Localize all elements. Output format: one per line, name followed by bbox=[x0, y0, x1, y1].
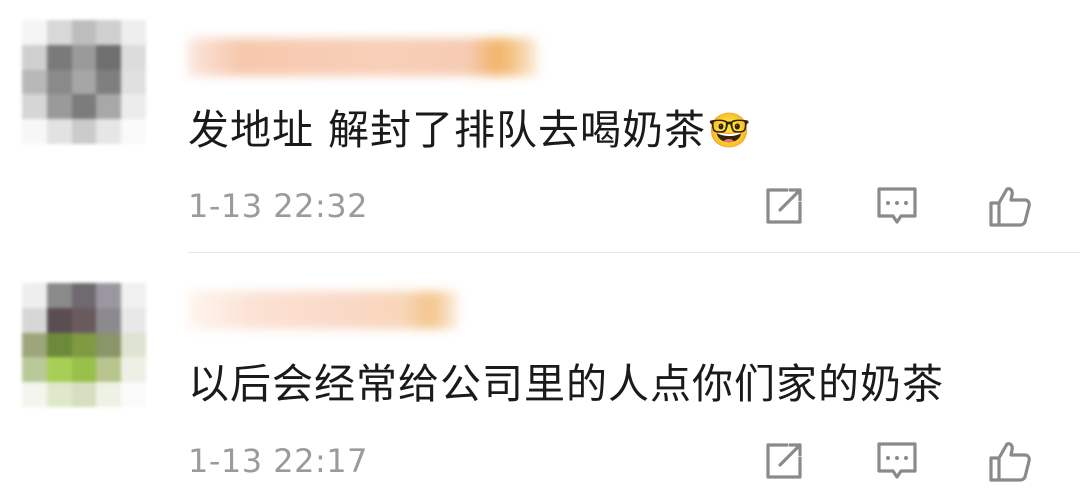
avatar-mosaic-cell bbox=[46, 382, 72, 407]
thumbs-up-icon bbox=[989, 442, 1031, 482]
avatar-mosaic-cell bbox=[121, 332, 146, 358]
reply-button[interactable] bbox=[869, 178, 925, 234]
avatar-mosaic-cell bbox=[46, 332, 72, 358]
avatar-mosaic-cell bbox=[96, 307, 122, 333]
avatar-mosaic-cell bbox=[96, 69, 122, 95]
avatar-mosaic-cell bbox=[121, 357, 146, 383]
avatar-mosaic-cell bbox=[22, 20, 47, 45]
avatar-mosaic-cell bbox=[22, 332, 47, 358]
comment-item: 发地址 解封了排队去喝奶茶🤓 1-13 22:32 bbox=[0, 0, 1080, 253]
comment-icon bbox=[877, 187, 917, 224]
share-icon bbox=[766, 443, 802, 479]
avatar-mosaic-cell bbox=[46, 307, 72, 333]
comment-icon bbox=[877, 442, 917, 479]
comment-text: 以后会经常给公司里的人点你们家的奶茶 bbox=[188, 358, 944, 410]
avatar-mosaic-cell bbox=[96, 44, 122, 70]
avatar[interactable] bbox=[22, 283, 146, 407]
avatar-mosaic-cell bbox=[22, 307, 47, 333]
avatar-mosaic-cell bbox=[46, 283, 72, 308]
avatar-mosaic-cell bbox=[22, 69, 47, 95]
avatar-mosaic-cell bbox=[71, 357, 97, 383]
avatar-mosaic-cell bbox=[46, 69, 72, 95]
comment-text-content: 发地址 解封了排队去喝奶茶 bbox=[188, 106, 707, 154]
avatar-mosaic-cell bbox=[96, 357, 122, 383]
share-icon bbox=[766, 188, 802, 224]
avatar-mosaic-cell bbox=[22, 44, 47, 70]
comment-text: 发地址 解封了排队去喝奶茶🤓 bbox=[188, 104, 751, 157]
avatar-mosaic-cell bbox=[96, 119, 122, 144]
avatar-mosaic-cell bbox=[71, 20, 97, 45]
avatar-mosaic-cell bbox=[71, 307, 97, 333]
avatar-mosaic-cell bbox=[71, 44, 97, 70]
avatar-mosaic-cell bbox=[46, 94, 72, 120]
avatar-mosaic-cell bbox=[121, 94, 146, 120]
avatar-mosaic-cell bbox=[96, 332, 122, 358]
avatar-mosaic-cell bbox=[96, 94, 122, 120]
avatar-mosaic-cell bbox=[46, 20, 72, 45]
avatar-mosaic-cell bbox=[46, 119, 72, 144]
avatar-mosaic-cell bbox=[46, 44, 72, 70]
comment-item: 以后会经常给公司里的人点你们家的奶茶 1-13 22:17 bbox=[0, 253, 1080, 489]
comment-timestamp: 1-13 22:17 bbox=[188, 442, 369, 480]
share-button[interactable] bbox=[756, 433, 812, 489]
username-blurred[interactable] bbox=[188, 38, 538, 76]
avatar-mosaic-cell bbox=[121, 69, 146, 95]
avatar-mosaic-cell bbox=[22, 382, 47, 407]
avatar[interactable] bbox=[22, 20, 146, 144]
avatar-mosaic-cell bbox=[46, 357, 72, 383]
avatar-mosaic-cell bbox=[96, 20, 122, 45]
avatar-mosaic-cell bbox=[71, 382, 97, 407]
avatar-mosaic-cell bbox=[71, 332, 97, 358]
comment-timestamp: 1-13 22:32 bbox=[188, 187, 369, 225]
avatar-mosaic-cell bbox=[22, 357, 47, 383]
avatar-mosaic-cell bbox=[71, 119, 97, 144]
like-button[interactable] bbox=[982, 178, 1038, 234]
avatar-mosaic-cell bbox=[121, 20, 146, 45]
avatar-mosaic-cell bbox=[71, 69, 97, 95]
nerd-face-emoji: 🤓 bbox=[708, 111, 752, 151]
like-button[interactable] bbox=[982, 433, 1038, 489]
avatar-mosaic-cell bbox=[22, 283, 47, 308]
reply-button[interactable] bbox=[869, 433, 925, 489]
avatar-mosaic-cell bbox=[96, 382, 122, 407]
avatar-mosaic-cell bbox=[121, 44, 146, 70]
avatar-mosaic-cell bbox=[71, 94, 97, 120]
avatar-mosaic-cell bbox=[121, 283, 146, 308]
avatar-mosaic-cell bbox=[22, 94, 47, 120]
avatar-mosaic-cell bbox=[71, 283, 97, 308]
avatar-mosaic-cell bbox=[121, 307, 146, 333]
avatar-mosaic-cell bbox=[121, 382, 146, 407]
username-blurred[interactable] bbox=[188, 291, 458, 329]
share-button[interactable] bbox=[756, 178, 812, 234]
comment-text-content: 以后会经常给公司里的人点你们家的奶茶 bbox=[188, 360, 944, 408]
avatar-mosaic-cell bbox=[121, 119, 146, 144]
thumbs-up-icon bbox=[989, 187, 1031, 227]
avatar-mosaic-cell bbox=[96, 283, 122, 308]
avatar-mosaic-cell bbox=[22, 119, 47, 144]
